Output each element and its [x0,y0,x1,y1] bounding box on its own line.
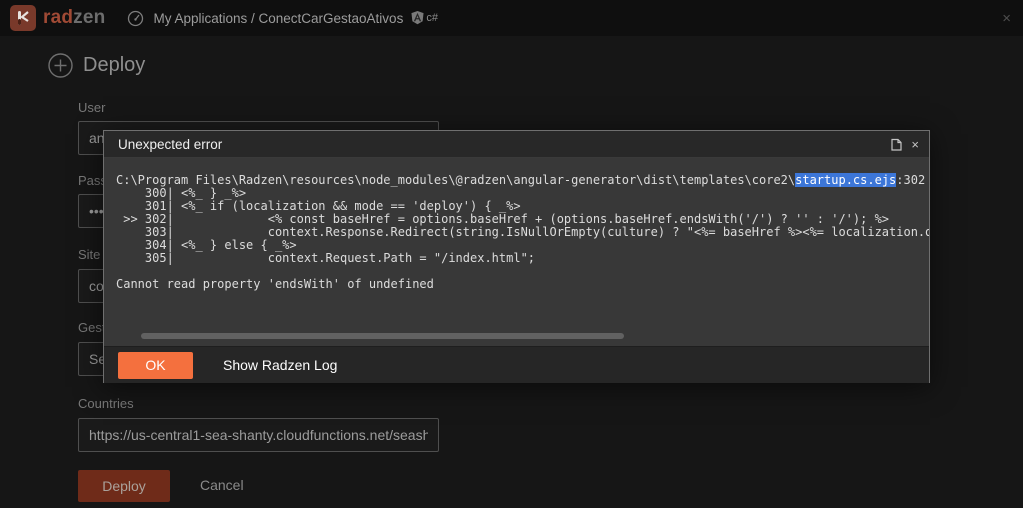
highlighted-filename: startup.cs.ejs [795,173,897,187]
window-close-icon[interactable]: × [1002,10,1011,27]
brand-wordmark[interactable]: radzen [43,7,105,29]
angular-icon [411,11,424,25]
unexpected-error-dialog: Unexpected error × C:\Program Files\Radz… [103,130,930,383]
countries-label: Countries [78,396,134,411]
code-excerpt: 300| <%_ } _%> 301| <%_ if (localization… [123,186,929,265]
path-prefix: C:\Program Files\Radzen\resources\node_m… [116,173,796,187]
brand-rad: rad [43,7,74,28]
user-label: User [78,100,106,115]
error-message: Cannot read property 'endsWith' of undef… [116,277,434,291]
deploy-button[interactable]: Deploy [78,470,170,502]
plus-circle-icon [48,53,73,78]
ok-button[interactable]: OK [118,351,193,379]
modal-footer: OK Show Radzen Log [104,346,929,383]
app-window: radzen My Applications / ConectCarGestao… [0,0,1023,508]
project-language-label: c# [426,12,438,24]
gestao-label: Gest [78,320,106,335]
modal-header: Unexpected error × [104,131,929,158]
horizontal-scrollbar[interactable] [141,333,624,339]
brand-zen: zen [73,7,106,28]
error-trace: C:\Program Files\Radzen\resources\node_m… [104,158,929,346]
top-bar: radzen My Applications / ConectCarGestao… [0,0,1023,36]
cancel-button[interactable]: Cancel [200,477,244,493]
copy-icon[interactable] [891,138,903,151]
modal-close-icon[interactable]: × [911,137,919,152]
breadcrumb[interactable]: My Applications / ConectCarGestaoAtivos [153,11,403,26]
path-line-ref: :302 [896,173,926,187]
dashboard-icon[interactable] [127,10,144,27]
countries-input[interactable] [78,418,439,452]
radzen-logo-icon[interactable] [10,5,36,31]
page-title-row: Deploy [48,53,145,78]
show-radzen-log-link[interactable]: Show Radzen Log [223,357,337,373]
modal-title: Unexpected error [118,136,223,152]
radzen-glyph [18,11,29,25]
page-title: Deploy [83,54,146,76]
